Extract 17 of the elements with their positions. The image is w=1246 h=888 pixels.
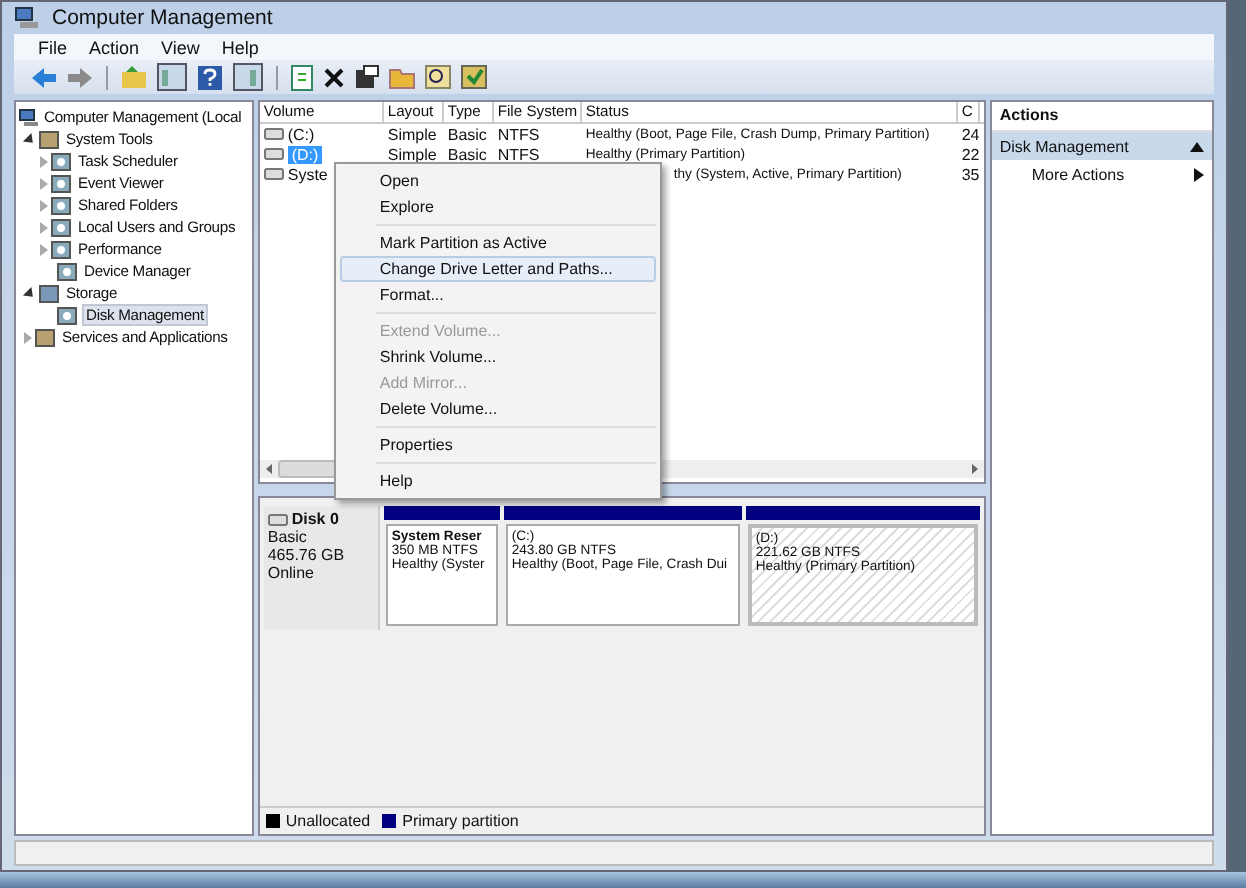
legend-label: Unallocated bbox=[285, 812, 371, 830]
disk-detail: Basic bbox=[267, 528, 309, 546]
table-cell: Basic bbox=[447, 125, 487, 143]
disk-detail: Online bbox=[267, 564, 316, 582]
legend-label: Primary partition bbox=[402, 812, 519, 830]
table-cell: 24 bbox=[961, 125, 980, 143]
section-title: Disk Management bbox=[999, 137, 1129, 155]
table-cell: 22 bbox=[961, 145, 980, 163]
table-cell: Simple bbox=[387, 125, 437, 143]
disk-name: Disk 0 bbox=[291, 510, 339, 528]
table-cell: 35 bbox=[961, 165, 980, 183]
table-cell: Basic bbox=[447, 145, 487, 163]
window-title: Computer Management bbox=[52, 6, 273, 30]
table-cell: Simple bbox=[387, 145, 437, 163]
table-cell: NTFS bbox=[497, 125, 540, 143]
disk-detail: 465.76 GB bbox=[267, 546, 347, 564]
table-cell: NTFS bbox=[497, 145, 540, 163]
